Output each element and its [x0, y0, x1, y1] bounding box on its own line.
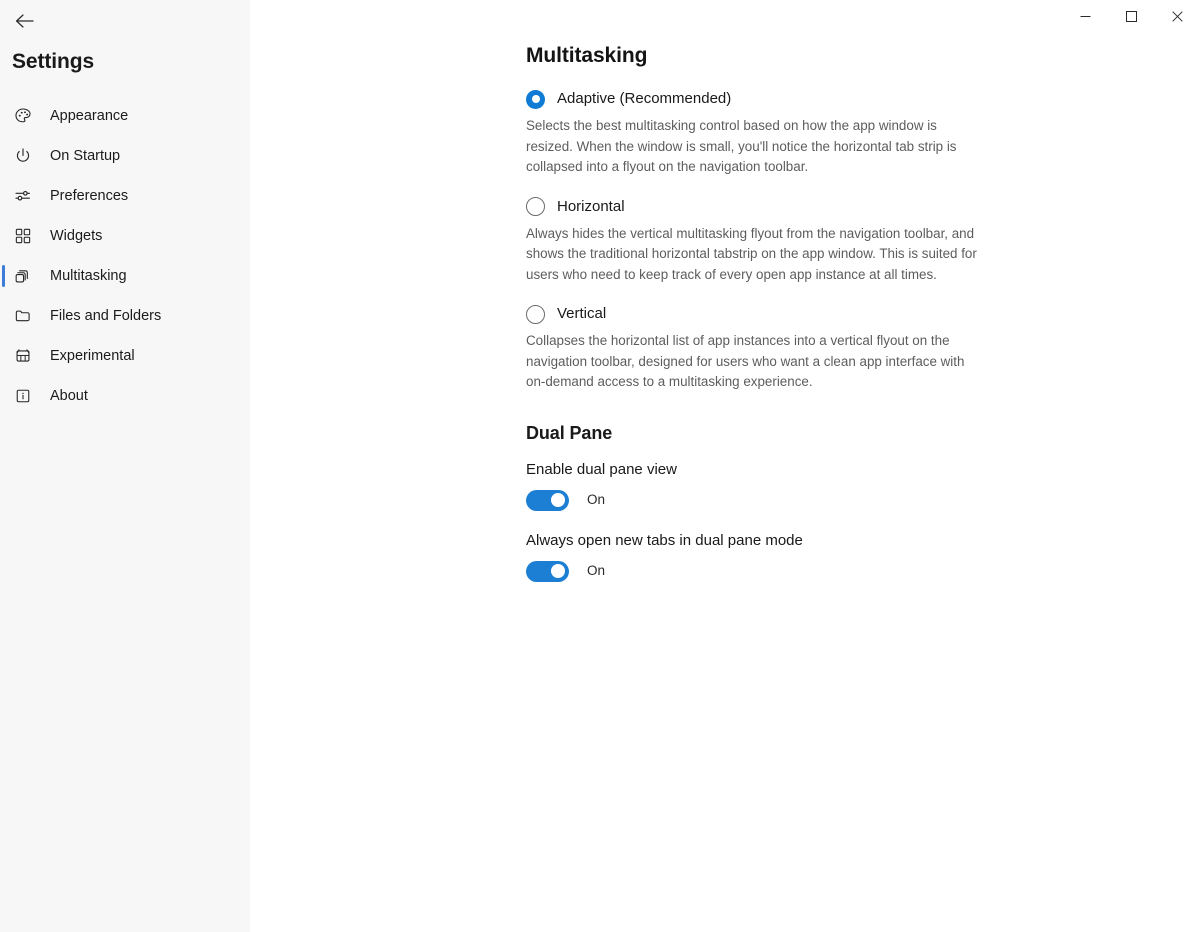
- widgets-icon: [13, 226, 33, 246]
- toggle-knob: [551, 564, 565, 578]
- close-button[interactable]: [1154, 0, 1200, 32]
- radio-option-adaptive-row[interactable]: Adaptive (Recommended): [526, 88, 996, 110]
- toggle-knob: [551, 493, 565, 507]
- radio-label-vertical: Vertical: [557, 305, 607, 322]
- sidebar-item-label: Appearance: [50, 108, 129, 124]
- sidebar-item-appearance[interactable]: Appearance: [0, 96, 250, 136]
- radio-option-horizontal-row[interactable]: Horizontal: [526, 196, 996, 218]
- info-box-icon: [13, 386, 33, 406]
- radio-description-adaptive: Selects the best multitasking control ba…: [526, 118, 957, 174]
- radio-button-horizontal[interactable]: [526, 197, 545, 216]
- settings-sidebar: Settings Appearance On Startup Preferenc…: [0, 0, 250, 932]
- sidebar-item-label: Preferences: [50, 188, 129, 204]
- setting-label: Always open new tabs in dual pane mode: [526, 531, 803, 549]
- sidebar-item-about[interactable]: About: [0, 376, 250, 416]
- sidebar-item-experimental[interactable]: Experimental: [0, 336, 250, 376]
- setting-always-open-new-tabs-dual-pane: Always open new tabs in dual pane mode O…: [526, 531, 1200, 582]
- sidebar-item-label: Experimental: [50, 348, 135, 364]
- sidebar-item-label: Widgets: [50, 228, 103, 244]
- palette-icon: [13, 106, 33, 126]
- sidebar-item-label: Multitasking: [50, 268, 127, 284]
- maximize-icon: [1125, 10, 1137, 22]
- power-icon: [13, 146, 33, 166]
- radio-option-vertical: Vertical Collapses the horizontal list o…: [526, 303, 996, 393]
- sidebar-item-label: Files and Folders: [50, 308, 162, 324]
- toggle-enable-dual-pane-view[interactable]: [526, 489, 569, 511]
- radio-button-adaptive[interactable]: [526, 89, 545, 109]
- back-arrow-icon: [15, 13, 34, 32]
- radio-label-horizontal: Horizontal: [557, 197, 625, 215]
- sidebar-item-files-and-folders[interactable]: Files and Folders: [0, 296, 250, 336]
- setting-enable-dual-pane-view: Enable dual pane view On: [526, 460, 1200, 511]
- sidebar-item-multitasking[interactable]: Multitasking: [0, 256, 250, 296]
- radio-option-horizontal: Horizontal Always hides the vertical mul…: [526, 196, 996, 286]
- settings-window: Settings Appearance On Startup Preferenc…: [0, 0, 1200, 932]
- sidebar-item-label: On Startup: [50, 148, 121, 164]
- sidebar-nav-list: Appearance On Startup Preferences Widget…: [0, 96, 250, 416]
- beaker-icon: [13, 346, 33, 366]
- sidebar-title: Settings: [12, 50, 95, 73]
- toggle-state-label: On: [587, 563, 606, 578]
- minimize-button[interactable]: [1062, 0, 1108, 32]
- radio-button-vertical[interactable]: [526, 304, 545, 324]
- radio-description-horizontal: Always hides the vertical multitasking f…: [526, 225, 977, 282]
- radio-option-adaptive: Adaptive (Recommended) Selects the best …: [526, 88, 996, 178]
- maximize-button[interactable]: [1108, 0, 1154, 32]
- toggle-row: On: [526, 489, 1200, 511]
- multitasking-mode-radio-group: Adaptive (Recommended) Selects the best …: [526, 88, 1200, 393]
- folder-icon: [13, 306, 33, 326]
- sidebar-item-preferences[interactable]: Preferences: [0, 176, 250, 216]
- radio-option-vertical-row[interactable]: Vertical: [526, 303, 996, 325]
- toggle-always-open-new-tabs-dual-pane[interactable]: [526, 560, 569, 582]
- window-titlebar: [1062, 0, 1200, 32]
- close-icon: [1171, 10, 1183, 22]
- back-button[interactable]: [2, 2, 46, 42]
- toggle-state-label: On: [587, 492, 606, 507]
- setting-label: Enable dual pane view: [526, 460, 677, 478]
- sidebar-item-label: About: [50, 388, 88, 404]
- settings-content-pane: Multitasking Adaptive (Recommended) Sele…: [250, 0, 1200, 932]
- minimize-icon: [1080, 11, 1091, 22]
- radio-description-vertical: Collapses the horizontal list of app ins…: [526, 333, 965, 389]
- toggle-row: On: [526, 560, 1200, 582]
- sidebar-item-widgets[interactable]: Widgets: [0, 216, 250, 256]
- page-title: Multitasking: [526, 44, 648, 67]
- sliders-icon: [13, 186, 33, 206]
- copy-stack-icon: [13, 266, 33, 286]
- sidebar-item-on-startup[interactable]: On Startup: [0, 136, 250, 176]
- section-title-dual-pane: Dual Pane: [526, 422, 613, 443]
- radio-label-adaptive: Adaptive (Recommended): [557, 90, 732, 107]
